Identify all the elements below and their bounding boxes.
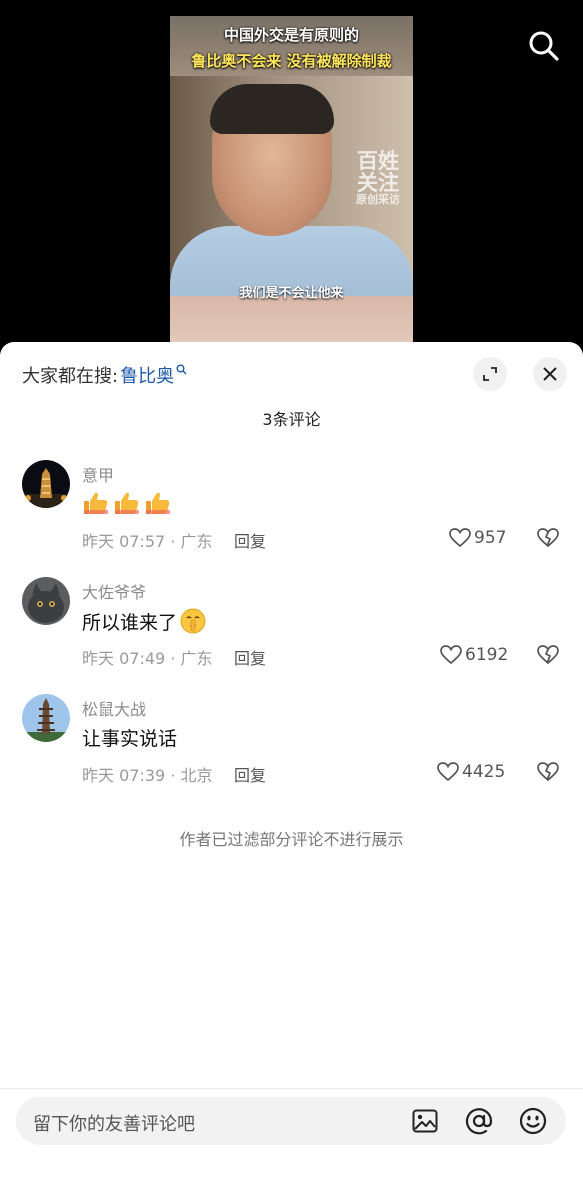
shush-face-icon [180, 608, 206, 634]
hot-search-keyword[interactable]: 鲁比奥 [120, 362, 174, 388]
heart-icon [449, 528, 471, 548]
emoji-icon [519, 1107, 547, 1135]
search-button[interactable] [526, 28, 562, 64]
video-frame[interactable]: 中国外交是有原则的 鲁比奥不会来 没有被解除制裁 百姓 关注 原创采访 我们是不… [170, 16, 413, 360]
comment-count: 3条评论 [262, 410, 321, 429]
divider [0, 1088, 583, 1089]
video-person-hair [210, 84, 334, 134]
close-icon [543, 367, 557, 381]
avatar[interactable] [22, 460, 70, 508]
close-button[interactable] [533, 357, 567, 391]
comment-username[interactable]: 意甲 [82, 462, 114, 486]
search-small-icon [176, 364, 187, 378]
video-player[interactable]: 中国外交是有原则的 鲁比奥不会来 没有被解除制裁 百姓 关注 原创采访 我们是不… [0, 0, 583, 360]
comment-text-content: 让事实说话 [82, 728, 178, 750]
comment-input[interactable]: 留下你的友善评论吧 [16, 1097, 566, 1145]
broken-heart-icon [537, 528, 559, 548]
broken-heart-icon [537, 645, 559, 665]
like-button[interactable]: 4425 [437, 760, 505, 784]
comment-text-content: 所以谁来了 [82, 611, 178, 634]
like-count: 4425 [462, 762, 506, 782]
heart-icon [437, 762, 459, 782]
watermark-line3: 原创采访 [356, 193, 400, 207]
watermark-line2: 关注 [357, 171, 399, 196]
video-title-line1: 中国外交是有原则的 [223, 26, 359, 44]
image-button[interactable] [411, 1107, 439, 1135]
reply-button[interactable]: 回复 [234, 528, 266, 552]
comment-text: 所以谁来了 [82, 607, 207, 635]
comment-meta: 昨天 07:39 · 北京 [82, 766, 213, 785]
like-button[interactable]: 957 [449, 526, 506, 550]
search-icon [529, 31, 559, 61]
thumbs-up-icon [115, 492, 139, 514]
comment-meta: 昨天 07:49 · 广东 [82, 649, 213, 668]
video-subtitle: 我们是不会让他来 [239, 286, 344, 301]
comment-text: 让事实说话 [82, 724, 177, 751]
video-title-line2: 鲁比奥不会来 没有被解除制裁 [191, 52, 392, 70]
thumbs-up-icon [84, 492, 108, 514]
expand-button[interactable] [473, 357, 507, 391]
image-icon [412, 1109, 438, 1133]
comment-item: 大佐爷爷 所以谁来了 昨天 07:49 · 广东 回复 6192 [0, 577, 583, 687]
reply-button[interactable]: 回复 [234, 645, 266, 669]
watermark-line1: 百姓 [357, 149, 399, 173]
filter-note: 作者已过滤部分评论不进行展示 [179, 830, 404, 849]
comment-username[interactable]: 大佐爷爷 [82, 579, 146, 603]
comment-input-placeholder: 留下你的友善评论吧 [33, 1114, 195, 1135]
avatar[interactable] [22, 577, 70, 625]
hot-search-prefix: 大家都在搜: [22, 366, 119, 387]
like-count: 6192 [465, 645, 509, 665]
avatar[interactable] [22, 694, 70, 742]
comment-item: 意甲 昨天 07:57 · 广东 回复 957 [0, 460, 583, 570]
emoji-button[interactable] [519, 1107, 547, 1135]
like-count: 957 [474, 528, 507, 548]
comment-text [82, 490, 171, 516]
comment-username[interactable]: 松鼠大战 [82, 696, 146, 720]
video-watermark: 百姓 关注 原创采访 [349, 150, 407, 206]
hot-search-row: 大家都在搜: 鲁比奥 [22, 362, 187, 388]
broken-heart-icon [537, 762, 559, 782]
dislike-button[interactable] [536, 526, 560, 550]
mention-button[interactable] [465, 1107, 493, 1135]
reply-button[interactable]: 回复 [234, 762, 266, 786]
comment-meta: 昨天 07:57 · 广东 [82, 532, 213, 551]
at-icon [465, 1108, 493, 1135]
comment-sheet: 大家都在搜: 鲁比奥 3条评论 意甲 昨天 07:57 · 广东 回复 957 … [0, 342, 583, 1200]
like-button[interactable]: 6192 [440, 643, 508, 667]
comment-item: 松鼠大战 让事实说话 昨天 07:39 · 北京 回复 4425 [0, 694, 583, 804]
expand-icon [483, 367, 497, 381]
dislike-button[interactable] [536, 643, 560, 667]
thumbs-up-icon [146, 492, 170, 514]
heart-icon [440, 645, 462, 665]
dislike-button[interactable] [536, 760, 560, 784]
